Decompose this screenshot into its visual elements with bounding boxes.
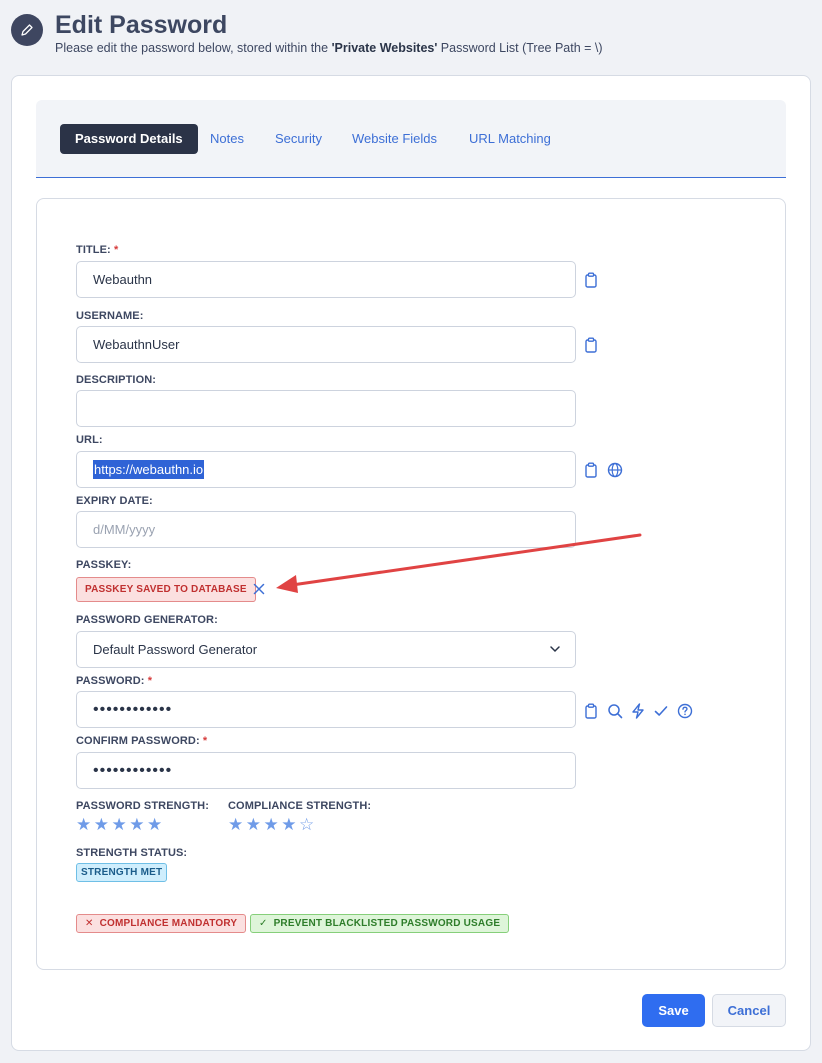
check-icon: ✓ [259,918,268,929]
strength-met-badge: STRENGTH MET [76,863,168,882]
prevent-blacklist-badge: ✓ PREVENT BLACKLISTED PASSWORD USAGE [250,914,510,933]
page-title: Edit Password [55,11,228,39]
tab-password-details[interactable]: Password Details [60,124,198,154]
edit-pencil-icon [11,14,43,46]
password-input[interactable]: •••••••••••• [76,691,576,728]
username-label: USERNAME: [76,310,144,322]
tab-website-fields[interactable]: Website Fields [352,124,437,154]
password-generator-label: PASSWORD GENERATOR: [76,614,218,626]
clipboard-icon[interactable] [582,336,600,354]
username-input[interactable]: WebauthnUser [76,326,576,363]
cancel-button[interactable]: Cancel [712,994,786,1027]
annotation-arrow [276,533,642,593]
page-subtitle: Please edit the password below, stored w… [55,41,603,55]
expiry-date-label: EXPIRY DATE: [76,495,153,507]
compliance-mandatory-badge: ✕ COMPLIANCE MANDATORY [76,914,247,933]
lightning-icon[interactable] [629,702,647,720]
url-input[interactable]: https://webauthn.io [76,451,576,488]
tab-notes[interactable]: Notes [210,124,244,154]
clipboard-icon[interactable] [582,271,600,289]
title-label: TITLE: * [76,244,119,256]
description-input[interactable] [76,390,576,427]
description-label: DESCRIPTION: [76,374,157,386]
strength-status-label: STRENGTH STATUS: [76,847,188,859]
password-label: PASSWORD: * [76,675,153,687]
password-strength-stars: ★★★★★ [76,815,165,834]
password-generator-select[interactable]: Default Password Generator [76,631,576,668]
compliance-strength-label: COMPLIANCE STRENGTH: [228,800,372,812]
globe-icon[interactable] [606,461,624,479]
tab-security[interactable]: Security [275,124,322,154]
help-icon[interactable] [676,702,694,720]
confirm-password-label: CONFIRM PASSWORD: * [76,735,208,747]
save-button[interactable]: Save [642,994,705,1027]
url-label: URL: [76,434,103,446]
tab-url-matching[interactable]: URL Matching [469,124,551,154]
chevron-down-icon [549,632,561,667]
clipboard-icon[interactable] [582,702,600,720]
tab-bar: Password Details Notes Security Website … [36,100,786,178]
passkey-label: PASSKEY: [76,559,132,571]
close-icon: ✕ [85,918,94,929]
search-icon[interactable] [606,702,624,720]
passkey-status-badge: PASSKEY SAVED TO DATABASE [76,577,256,602]
title-input[interactable]: Webauthn [76,261,576,298]
password-strength-label: PASSWORD STRENGTH: [76,800,209,812]
compliance-strength-stars: ★★★★☆ [228,815,317,834]
clipboard-icon[interactable] [582,461,600,479]
remove-passkey-close-icon[interactable] [250,580,268,598]
confirm-password-input[interactable]: •••••••••••• [76,752,576,789]
check-icon[interactable] [652,702,670,720]
